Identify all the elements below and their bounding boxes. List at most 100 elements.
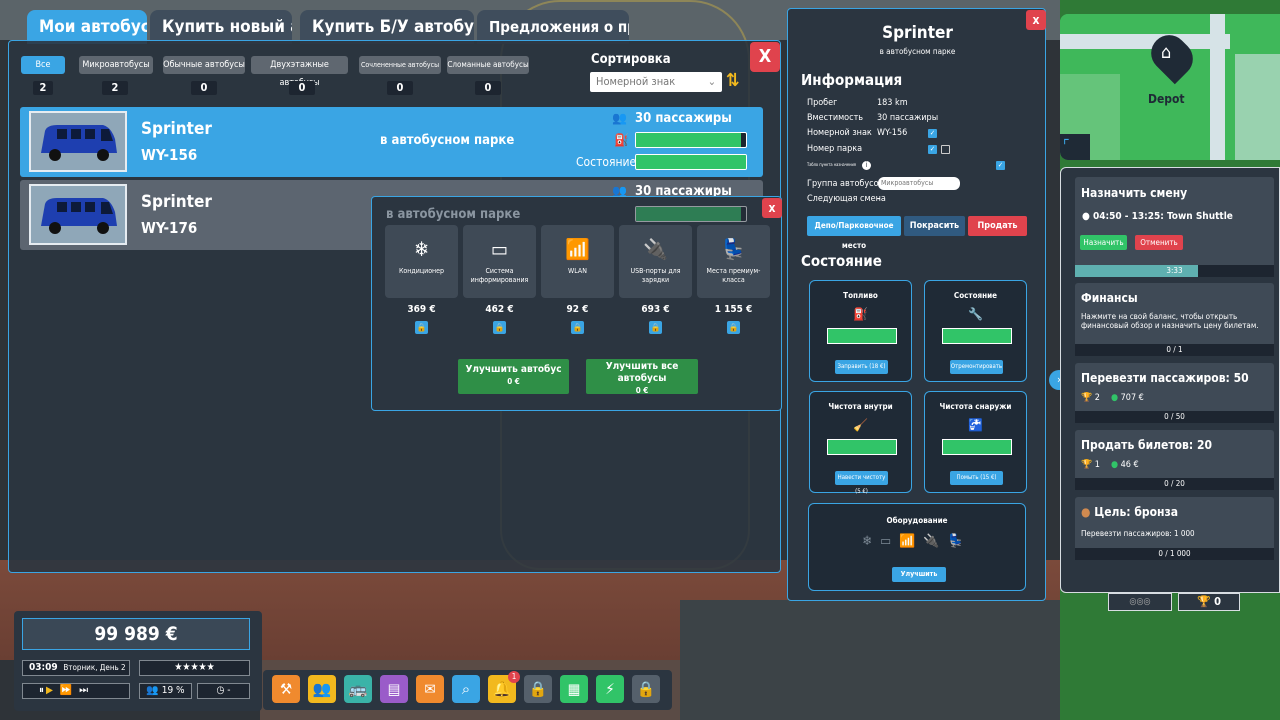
assign-shift-button[interactable]: Назначить — [1080, 235, 1127, 250]
filter-all[interactable]: Все — [21, 56, 65, 74]
lock-icon[interactable]: 🔒 — [649, 321, 662, 334]
close-button[interactable]: x — [762, 198, 782, 218]
refuel-button[interactable]: Заправить (18 €) — [835, 360, 888, 374]
close-button[interactable]: X — [750, 42, 780, 72]
sort-select[interactable]: Номерной знак ⌄ — [590, 72, 722, 92]
stat-title: Состояние — [953, 291, 998, 300]
tab-buy-new-bus[interactable]: Купить новый автобус — [150, 10, 292, 44]
lock-icon[interactable]: 🔒 — [493, 321, 506, 334]
clean-interior-button[interactable]: Навести чистоту (5 €) — [835, 471, 888, 495]
upgrade-bus-button[interactable]: Улучшить автобус 0 € — [458, 359, 569, 394]
fastest-forward-icon[interactable]: ⏭ — [79, 685, 90, 696]
paint-button[interactable]: Покрасить — [904, 216, 965, 236]
router-icon: 📶 — [565, 237, 590, 261]
depot-parking-button[interactable]: Депо/Парковочное место — [807, 216, 901, 250]
fleet-number-toggle[interactable] — [941, 145, 950, 154]
day-label: Вторник, День 2 — [63, 663, 126, 672]
upgrade-label: Места премиум-класса — [706, 267, 761, 284]
upgrade-all-label: Улучшить все автобусы — [605, 361, 679, 384]
buses-button[interactable]: 🚌 — [344, 675, 372, 703]
condition-bar — [635, 154, 747, 170]
upgrade-equipment-button[interactable]: Улучшить — [892, 567, 946, 582]
task-progress: 0 / 1 000 — [1075, 548, 1274, 560]
lock-icon[interactable]: 🔒 — [415, 321, 428, 334]
finances-button[interactable]: ✉ — [416, 675, 444, 703]
money-reward: ● 707 € — [1111, 393, 1144, 403]
balance-display[interactable]: 99 989 € — [22, 618, 250, 650]
bus-group-input[interactable]: Микроавтобусы — [878, 177, 960, 190]
destination-display-checkbox[interactable]: ✓ — [996, 161, 1005, 170]
bus-location: в автобусном парке — [386, 207, 521, 222]
search-button[interactable]: ⌕ — [452, 675, 480, 703]
info-value: 183 km — [877, 98, 908, 108]
speed-controls[interactable]: ⏸▶ ⏩ ⏭ — [22, 683, 130, 699]
staff-button[interactable]: 👥 — [308, 675, 336, 703]
satisfaction-value: 19 % — [161, 685, 185, 696]
filter-articulated[interactable]: Сочлененные автобусы — [359, 56, 441, 74]
money-amount: 46 € — [1120, 460, 1139, 470]
lock-icon[interactable]: 🔒 — [727, 321, 740, 334]
minimap[interactable]: ⌂ Depot ⌜ — [1060, 14, 1280, 160]
info-key: Номер парка — [807, 144, 863, 154]
bus-thumbnail — [29, 184, 127, 245]
trophy-counter: 🏆 0 — [1178, 593, 1240, 611]
edit-fleet-number-checkbox[interactable]: ✓ — [928, 145, 937, 154]
condition-label: Состояние — [576, 155, 637, 169]
next-shift-label: Следующая смена — [807, 194, 886, 204]
task-transport-passengers[interactable]: Перевезти пассажиров: 50 🏆 2 ● 707 € 0 /… — [1075, 363, 1274, 423]
filter-minibuses[interactable]: Микроавтобусы — [79, 56, 153, 74]
expand-map-icon[interactable]: ⌜ — [1063, 136, 1070, 155]
repair-button[interactable]: Отремонтировать — [950, 360, 1003, 374]
bus-group-label: Группа автобусов — [807, 179, 884, 189]
chevron-down-icon: ⌄ — [707, 75, 716, 88]
bus-row[interactable]: Sprinter WY-156 в автобусном парке 👥 30 … — [20, 107, 763, 177]
progress-text: 0 / 20 — [1164, 479, 1185, 488]
bus-subtitle: в автобусном парке — [879, 47, 956, 56]
lock-icon[interactable]: 🔒 — [571, 321, 584, 334]
upgrade-air-conditioner[interactable]: ❄ Кондиционер — [385, 225, 458, 298]
energy-button[interactable]: ⚡ — [596, 675, 624, 703]
shift-time: ● 04:50 - 13:25: Town Shuttle — [1082, 211, 1233, 222]
build-button[interactable]: ⚒ — [272, 675, 300, 703]
timer: ◷ - — [197, 683, 250, 699]
filter-double-decker[interactable]: Двухэтажные автобусы — [251, 56, 348, 88]
shift-time-text: 04:50 - 13:25: Town Shuttle — [1092, 211, 1233, 222]
upgrade-label: Система информирования — [470, 267, 529, 284]
tab-buy-used-bus[interactable]: Купить Б/У автобус — [300, 10, 474, 44]
filter-broken[interactable]: Сломанные автобусы — [447, 56, 529, 74]
pause-icon[interactable]: ⏸ — [39, 685, 46, 696]
upgrade-label: USB-порты для зарядки — [630, 267, 681, 284]
tab-sale-offers[interactable]: Предложения о продаже — [477, 10, 629, 44]
play-icon[interactable]: ▶ — [46, 685, 55, 696]
sort-direction-icon[interactable]: ⇅ — [726, 70, 740, 91]
info-value: WY-156 — [877, 128, 908, 138]
filter-regular-buses[interactable]: Обычные автобусы — [163, 56, 245, 74]
task-assign-shift[interactable]: Назначить смену ● 04:50 - 13:25: Town Sh… — [1075, 177, 1274, 277]
task-finances[interactable]: Финансы Нажмите на свой баланс, чтобы от… — [1075, 283, 1274, 356]
upgrade-price: 369 € — [407, 304, 436, 315]
cancel-shift-button[interactable]: Отменить — [1135, 235, 1183, 250]
task-description: Перевезти пассажиров: 1 000 — [1081, 529, 1195, 538]
upgrade-premium-seats[interactable]: 💺 Места премиум-класса — [697, 225, 770, 298]
sort-label: Сортировка — [591, 52, 671, 67]
interior-clean-card: Чистота внутри 🧹 Навести чистоту (5 €) — [809, 391, 912, 495]
satisfaction: 👥 19 % — [139, 683, 192, 699]
upgrade-wlan[interactable]: 📶 WLAN — [541, 225, 614, 298]
task-goal-bronze[interactable]: ● Цель: бронза Перевезти пассажиров: 1 0… — [1075, 497, 1274, 560]
task-sell-tickets[interactable]: Продать билетов: 20 🏆 1 ● 46 € 0 / 20 — [1075, 430, 1274, 490]
locked-button-1[interactable]: 🔒 — [524, 675, 552, 703]
upgrade-all-buses-button[interactable]: Улучшить все автобусы 0 € — [586, 359, 698, 395]
statistics-button[interactable]: ▤ — [380, 675, 408, 703]
fast-forward-icon[interactable]: ⏩ — [60, 685, 74, 696]
filter-count: 0 — [387, 81, 413, 95]
upgrade-info-system[interactable]: ▭ Система информирования — [463, 225, 536, 298]
info-icon[interactable]: i — [862, 161, 871, 170]
sell-button[interactable]: Продать — [968, 216, 1027, 236]
tab-my-buses[interactable]: Мои автобусы — [27, 10, 147, 44]
locked-button-2[interactable]: 🔒 — [632, 675, 660, 703]
wash-button[interactable]: Помыть (15 €) — [950, 471, 1003, 485]
documents-button[interactable]: ▦ — [560, 675, 588, 703]
task-title: Перевезти пассажиров: 50 — [1081, 371, 1249, 385]
edit-plate-checkbox[interactable]: ✓ — [928, 129, 937, 138]
upgrade-usb[interactable]: 🔌 USB-порты для зарядки — [619, 225, 692, 298]
